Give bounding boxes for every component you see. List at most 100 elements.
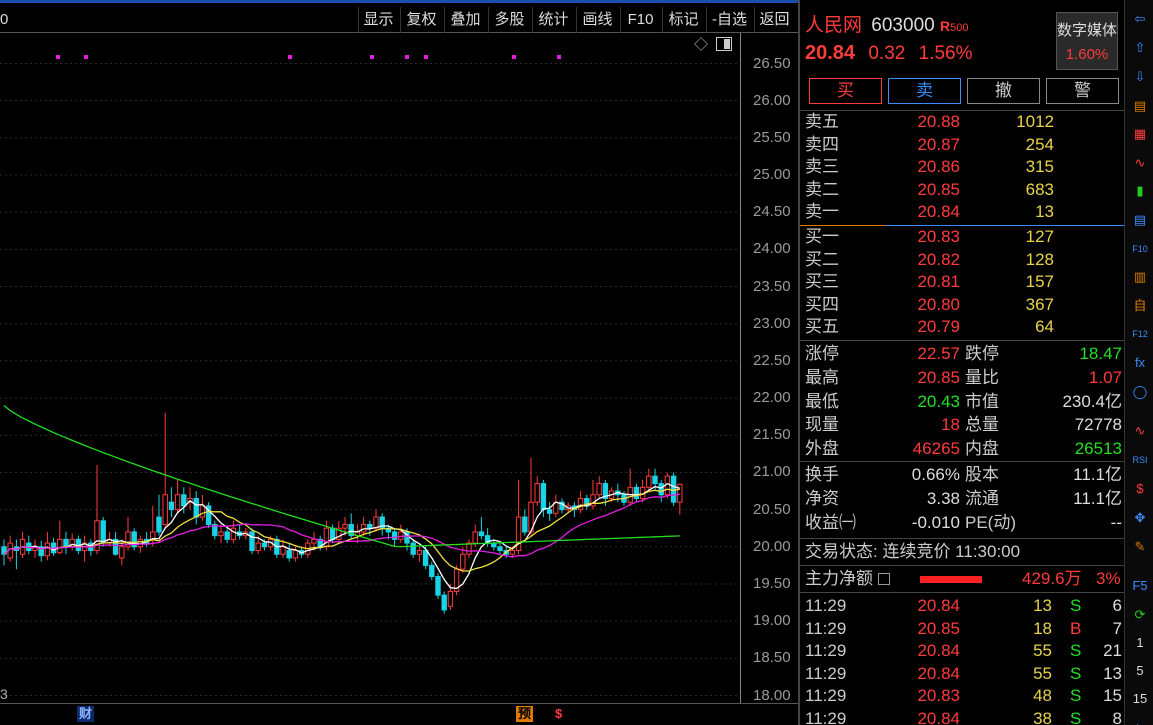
candle-body xyxy=(398,531,404,540)
order-book-row[interactable]: 买五 20.79 64 xyxy=(800,316,1126,338)
order-book-row[interactable]: 买一 20.83 127 xyxy=(800,226,1126,248)
book-volume: 367 xyxy=(1025,294,1054,314)
stat-label: 净资 xyxy=(805,488,839,508)
back-icon[interactable]: ⇦ xyxy=(1129,716,1151,725)
kline-icon[interactable]: ▮ xyxy=(1129,180,1151,202)
candle-body xyxy=(193,497,199,518)
y-tick-label: 21.50 xyxy=(753,426,791,444)
tick-row[interactable]: 11:29 20.84 55 S 13 xyxy=(800,663,1126,685)
doc-icon[interactable]: ▤ xyxy=(1129,209,1151,231)
list-icon[interactable]: ▤ xyxy=(1129,95,1151,117)
signal-dot xyxy=(405,55,409,59)
sell-button[interactable]: 卖 xyxy=(888,78,961,104)
period-15-icon[interactable]: 15 xyxy=(1129,688,1151,710)
y-tick-label: 23.50 xyxy=(753,277,791,295)
book-volume: 64 xyxy=(1035,317,1054,336)
period-5-icon[interactable]: 5 xyxy=(1129,660,1151,682)
stat-label: 总量 xyxy=(965,415,999,435)
f10-icon[interactable]: F10 xyxy=(1129,238,1151,260)
y-tick-label: 20.50 xyxy=(753,500,791,518)
tick-row[interactable]: 11:29 20.85 18 B 7 xyxy=(800,618,1126,640)
order-book-row[interactable]: 卖四 20.87 254 xyxy=(800,134,1126,156)
y-tick-label: 24.00 xyxy=(753,240,791,258)
order-book-row[interactable]: 买二 20.82 128 xyxy=(800,249,1126,271)
dividend-marker[interactable]: $ xyxy=(553,706,564,722)
formula-icon[interactable]: fx xyxy=(1129,352,1151,374)
toolbar-item[interactable]: 标记 xyxy=(662,7,704,33)
down-icon[interactable]: ⇩ xyxy=(1129,66,1151,88)
list-icon[interactable] xyxy=(878,573,890,585)
toolbar-item[interactable]: 多股 xyxy=(488,7,530,33)
stat-label: 现量 xyxy=(805,415,839,435)
stat-row: 收益㈠ -0.010 PE(动) -- xyxy=(800,512,1126,534)
toolbar-item[interactable]: 复权 xyxy=(400,7,442,33)
back-icon[interactable]: ⇦ xyxy=(1129,8,1151,30)
circle-icon[interactable]: ◯ xyxy=(1129,381,1151,403)
panel-toggle-icon[interactable] xyxy=(716,37,732,51)
y-tick-label: 21.00 xyxy=(753,463,791,481)
move-icon[interactable]: ✥ xyxy=(1129,507,1151,529)
order-book-row[interactable]: 卖一 20.84 13 xyxy=(800,201,1126,223)
grid-icon[interactable]: ▦ xyxy=(1129,123,1151,145)
line-chart-icon[interactable]: ∿ xyxy=(1129,152,1151,174)
tick-volume: 48 xyxy=(1033,686,1052,705)
stat-value: 11.1亿 xyxy=(1073,488,1122,508)
stat-label: 股本 xyxy=(965,465,999,484)
tick-row[interactable]: 11:29 20.84 38 S 8 xyxy=(800,708,1126,725)
forecast-marker[interactable]: 预 xyxy=(516,706,534,722)
grid-icon[interactable]: ▥ xyxy=(1129,266,1151,288)
right-toolbar: ⇦⇧⇩▤▦∿▮▤F10▥自F12fx◯∿RSI$✥✎F5⟳1515⇦ xyxy=(1124,0,1153,725)
candle-body xyxy=(168,501,175,511)
toolbar-item[interactable]: 画线 xyxy=(576,7,618,33)
tick-row[interactable]: 11:29 20.84 13 S 6 xyxy=(800,595,1126,617)
pencil-icon[interactable]: ✎ xyxy=(1129,536,1151,558)
toolbar-item[interactable]: 叠加 xyxy=(444,7,486,33)
tick-time: 11:29 xyxy=(805,708,847,725)
toolbar-item[interactable]: 显示 xyxy=(358,7,398,33)
money-icon[interactable]: $ xyxy=(1129,478,1151,500)
toolbar-item[interactable]: -自选 xyxy=(706,7,752,33)
book-price: 20.85 xyxy=(917,179,960,199)
toolbar-item[interactable]: F10 xyxy=(620,7,660,33)
tick-row[interactable]: 11:29 20.83 48 S 15 xyxy=(800,685,1126,707)
order-book-row[interactable]: 卖五 20.88 1012 xyxy=(800,111,1126,133)
wave-icon[interactable]: ∿ xyxy=(1129,420,1151,442)
self-icon[interactable]: 自 xyxy=(1129,295,1151,317)
stat-value: 46265 xyxy=(912,439,960,459)
order-book-row[interactable]: 卖三 20.86 315 xyxy=(800,156,1126,178)
tick-time: 11:29 xyxy=(805,596,847,615)
earnings-marker[interactable]: 财 xyxy=(77,706,95,722)
order-book-row[interactable]: 买四 20.80 367 xyxy=(800,294,1126,316)
up-icon[interactable]: ⇧ xyxy=(1129,37,1151,59)
book-level-label: 卖二 xyxy=(805,179,839,199)
period-1-icon[interactable]: 1 xyxy=(1129,632,1151,654)
tick-time: 11:29 xyxy=(805,618,847,638)
toolbar-item[interactable]: 返回 xyxy=(754,7,794,33)
stock-tag-num: 500 xyxy=(950,22,969,34)
tick-count: 8 xyxy=(1112,708,1122,725)
book-price: 20.80 xyxy=(917,294,960,314)
stat-row: 现量 18 总量 72778 xyxy=(800,414,1126,436)
y-tick-label: 25.50 xyxy=(753,128,791,146)
rsi-icon[interactable]: RSI xyxy=(1129,449,1151,471)
order-book-row[interactable]: 卖二 20.85 683 xyxy=(800,179,1126,201)
buy-button[interactable]: 买 xyxy=(809,78,882,104)
kline-svg xyxy=(0,55,740,696)
candle-body xyxy=(497,546,503,552)
tick-row[interactable]: 11:29 20.84 55 S 21 xyxy=(800,640,1126,662)
cancel-order-button[interactable]: 撤 xyxy=(967,78,1040,104)
tick-price: 20.85 xyxy=(917,618,960,638)
alert-button[interactable]: 警 xyxy=(1046,78,1119,104)
stat-value: 20.43 xyxy=(917,391,960,411)
candle-body xyxy=(429,564,435,578)
tick-side: S xyxy=(1070,686,1082,705)
kline-chart[interactable] xyxy=(0,33,740,703)
order-book-row[interactable]: 买三 20.81 157 xyxy=(800,271,1126,293)
sector-box[interactable]: 数字媒体 1.60% xyxy=(1056,12,1118,70)
stat-value: 72778 xyxy=(1074,415,1122,435)
f12-icon[interactable]: F12 xyxy=(1129,323,1151,345)
main-flow-row[interactable]: 主力净额 429.6万 3% xyxy=(800,568,1126,590)
refresh-icon[interactable]: ⟳ xyxy=(1129,604,1151,626)
f5-icon[interactable]: F5 xyxy=(1129,575,1151,597)
toolbar-item[interactable]: 统计 xyxy=(532,7,574,33)
